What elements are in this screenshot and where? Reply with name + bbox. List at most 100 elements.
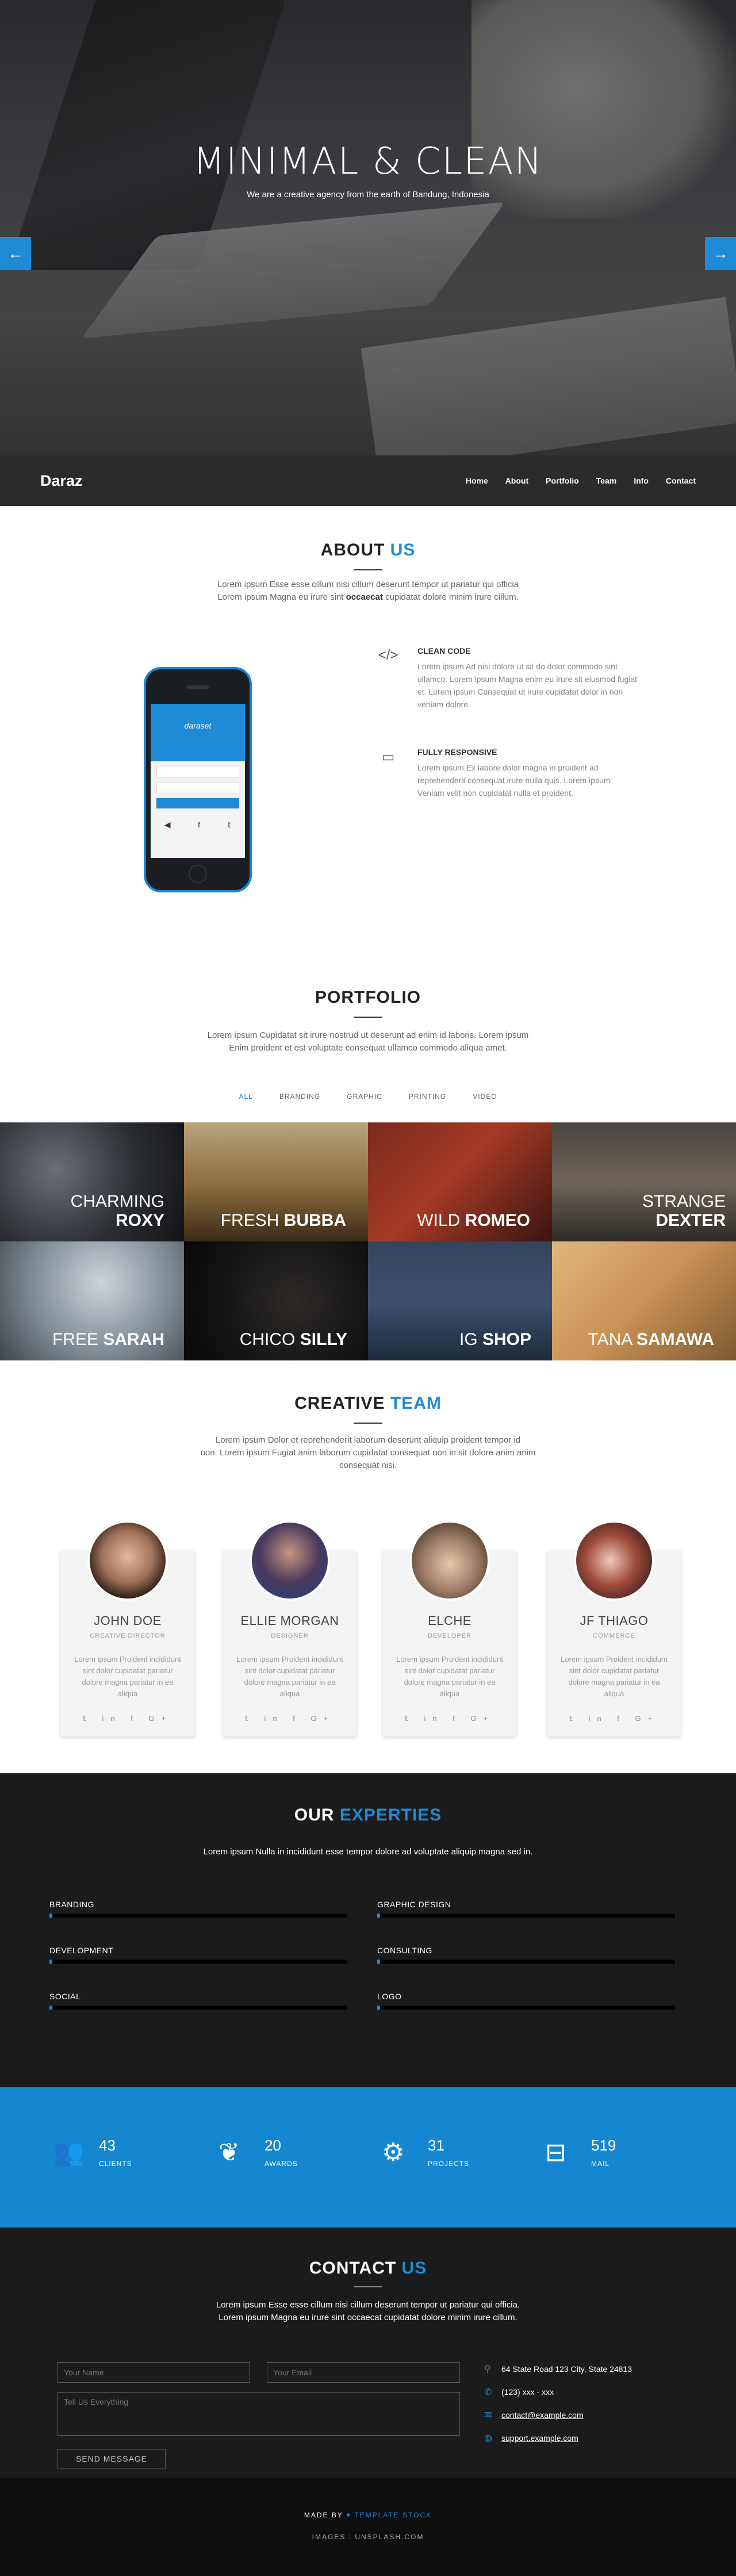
social-icons[interactable]: 𝕥 in f G+ (547, 1714, 681, 1723)
feature-fully-responsive: ▭ FULLY RESPONSIVE Lorem ipsum Ex labore… (374, 747, 638, 799)
social-icons[interactable]: 𝕥 in f G+ (383, 1714, 516, 1723)
portfolio-intro-line1: Lorem ipsum Cupidatat sit irure nostrud … (207, 1030, 529, 1040)
skill-bar-fill (377, 2006, 381, 2010)
skill-bar (49, 2006, 347, 2010)
slider-prev-button[interactable]: ← (0, 237, 31, 270)
hero-subtitle: We are a creative agency from the earth … (247, 190, 489, 200)
nav-item-team[interactable]: Team (596, 476, 617, 485)
globe-icon: ◍ (484, 2433, 492, 2443)
gears-icon: ⚙ (382, 2138, 405, 2167)
feature-clean-code: </> CLEAN CODE Lorem ipsum Ad nisi dolor… (374, 646, 638, 711)
skill-bar-fill (49, 1914, 53, 1918)
message-textarea[interactable] (57, 2392, 460, 2436)
skill-bar (377, 1960, 675, 1964)
stat-label: PROJECTS (428, 2160, 470, 2168)
stat-value: 20 (264, 2137, 281, 2154)
send-message-button[interactable]: SEND MESSAGE (57, 2449, 166, 2468)
nav-item-home[interactable]: Home (466, 476, 488, 485)
expertise-title-text: OUR (294, 1805, 335, 1824)
nav-item-contact[interactable]: Contact (666, 476, 696, 485)
team-divider (354, 1423, 382, 1424)
team-intro-line1: Lorem ipsum Dolor et reprehenderit labor… (215, 1435, 521, 1445)
skill-bar (49, 1960, 347, 1964)
skill-bar-fill (377, 1914, 381, 1918)
contact-intro-line1: Lorem ipsum Esse esse cillum nisi cillum… (216, 2300, 520, 2310)
email-input[interactable] (267, 2362, 460, 2383)
about-intro: Lorem ipsum Esse esse cillum nisi cillum… (167, 578, 569, 604)
caption-bold: DEXTER (656, 1211, 726, 1230)
phone-share-icons: ◀ f 𝕥 (151, 820, 245, 830)
skill-label: DEVELOPMENT (49, 1946, 114, 1955)
team-intro-line3: consequat nisi. (339, 1460, 397, 1470)
twitter-icon: 𝕥 (227, 820, 232, 829)
social-icons[interactable]: 𝕥 in f G+ (61, 1714, 194, 1723)
about-title-text: ABOUT (320, 540, 385, 559)
hero-slider: MINIMAL & CLEAN We are a creative agency… (0, 0, 736, 455)
stat-value: 519 (591, 2137, 616, 2154)
about-title-accent: US (390, 540, 416, 559)
slider-next-button[interactable]: → (705, 237, 736, 270)
team-title-text: CREATIVE (294, 1394, 385, 1413)
portfolio-filters: ALL BRANDING GRAPHIC PRINTING VIDEO (0, 1092, 736, 1101)
contact-phone: ✆ (123) xxx - xxx (484, 2386, 554, 2398)
footer-images-credit: IMAGES : UNSPLASH.COM (312, 2533, 424, 2541)
portfolio-caption: FREE SARAH (52, 1330, 164, 1349)
caption-bold: SAMAWA (637, 1330, 714, 1349)
member-name: JOHN DOE (94, 1613, 162, 1628)
name-input[interactable] (57, 2362, 250, 2383)
brand-logo[interactable]: Daraz (40, 472, 83, 490)
member-desc: Lorem ipsum Proident incididunt sint dol… (561, 1655, 668, 1698)
portfolio-item[interactable]: CHICO SILLY (184, 1241, 368, 1360)
portfolio-item[interactable]: CHARMING ROXY (0, 1122, 184, 1241)
portfolio-item[interactable]: TANA SAMAWA (552, 1241, 736, 1360)
feature-text: Lorem ipsum Ex labore dolor magna in pro… (417, 763, 611, 798)
phone-field (156, 766, 239, 777)
contact-title-text: CONTACT (309, 2259, 397, 2278)
template-stock-link[interactable]: TEMPLATE STOCK (354, 2511, 432, 2519)
portfolio-intro: Lorem ipsum Cupidatat sit irure nostrud … (167, 1029, 569, 1055)
phone-mockup: daraset ◀ f 𝕥 (144, 667, 252, 892)
email-link[interactable]: contact@example.com (501, 2410, 584, 2420)
nav-item-info[interactable]: Info (634, 476, 649, 485)
portfolio-caption: WILD ROMEO (417, 1211, 530, 1230)
filter-all[interactable]: ALL (239, 1092, 252, 1101)
member-desc: Lorem ipsum Proident incididunt sint dol… (236, 1655, 343, 1698)
hero-overlay (0, 0, 736, 455)
avatar (574, 1520, 654, 1601)
portfolio-caption: CHICO SILLY (240, 1330, 347, 1349)
portfolio-item[interactable]: IG SHOP (368, 1241, 552, 1360)
facebook-icon: f (198, 820, 201, 829)
skill-bar-fill (49, 1960, 53, 1964)
volume-icon: ◀ (164, 820, 171, 829)
nav-item-about[interactable]: About (505, 476, 528, 485)
portfolio-item[interactable]: FREE SARAH (0, 1241, 184, 1360)
social-icons[interactable]: 𝕥 in f G+ (223, 1714, 356, 1723)
nav-item-portfolio[interactable]: Portfolio (546, 476, 579, 485)
arrow-right-icon: → (712, 244, 729, 262)
caption-bold: ROXY (115, 1211, 164, 1230)
skill-label: SOCIAL (49, 1992, 81, 2001)
stat-value: 31 (428, 2137, 444, 2154)
support-link[interactable]: support.example.com (501, 2433, 578, 2443)
caption-light: FRESH (220, 1211, 279, 1230)
contact-title-accent: US (401, 2259, 427, 2278)
filter-branding[interactable]: BRANDING (279, 1092, 320, 1101)
member-role: CREATIVE DIRECTOR (90, 1632, 166, 1639)
filter-video[interactable]: VIDEO (473, 1092, 497, 1101)
portfolio-item[interactable]: WILD ROMEO (368, 1122, 552, 1241)
about-intro-text-c: cupidatat dolore minim irure cillum. (382, 592, 519, 602)
expertise-title: OUR EXPERTIES (0, 1805, 736, 1825)
member-role: COMMERCE (593, 1632, 635, 1639)
filter-printing[interactable]: PRINTING (409, 1092, 446, 1101)
skill-bar-fill (377, 1960, 381, 1964)
stat-value: 43 (99, 2137, 116, 2154)
portfolio-item[interactable]: STRANGE DEXTER (552, 1122, 736, 1241)
team-card: JF THIAGO COMMERCE Lorem ipsum Proident … (547, 1520, 681, 1736)
phone-field (156, 782, 239, 793)
filter-graphic[interactable]: GRAPHIC (347, 1092, 382, 1101)
footer (0, 2478, 736, 2576)
portfolio-item[interactable]: FRESH BUBBA (184, 1122, 368, 1241)
caption-bold: BUBBA (283, 1211, 346, 1230)
portfolio-caption: TANA SAMAWA (588, 1330, 714, 1349)
avatar (250, 1520, 330, 1601)
